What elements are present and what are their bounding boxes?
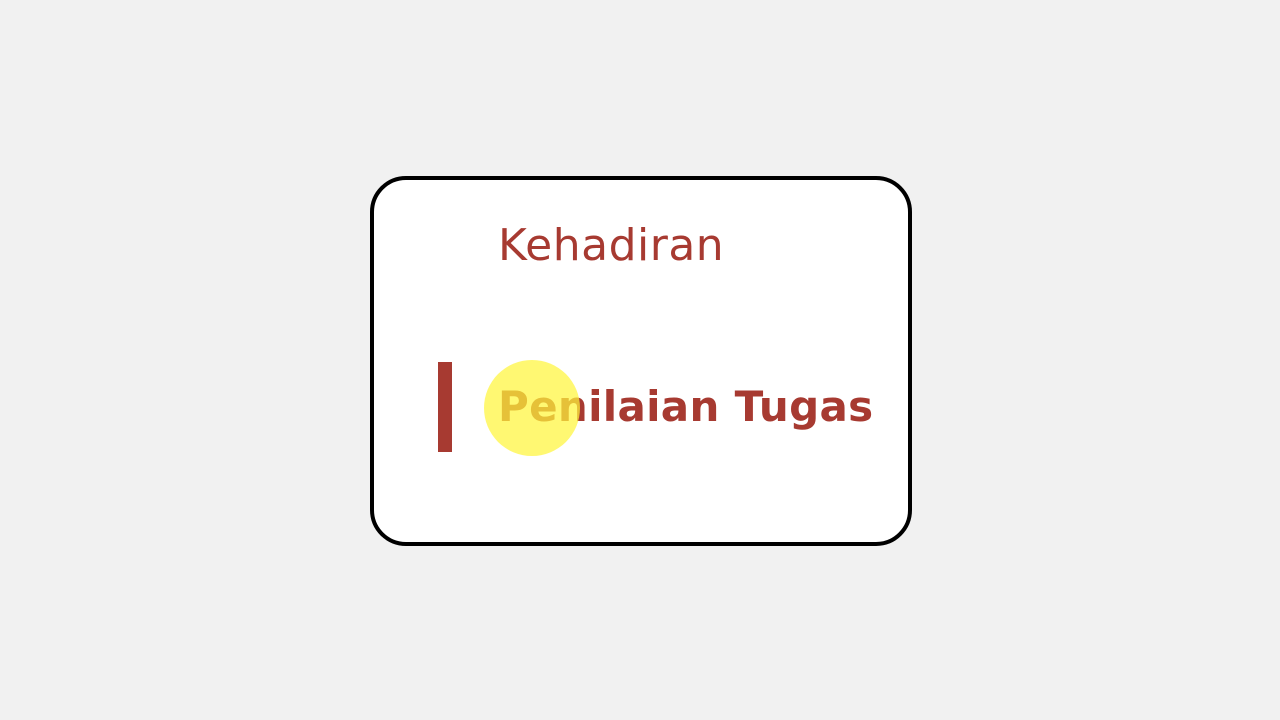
page: Kehadiran Penilaian Tugas <box>0 0 1280 720</box>
menu-item-penilaian-tugas[interactable]: Penilaian Tugas <box>498 386 873 428</box>
active-item-indicator <box>438 362 452 452</box>
navigation-menu-card: Kehadiran Penilaian Tugas <box>370 176 912 546</box>
menu-item-kehadiran[interactable]: Kehadiran <box>498 224 724 268</box>
